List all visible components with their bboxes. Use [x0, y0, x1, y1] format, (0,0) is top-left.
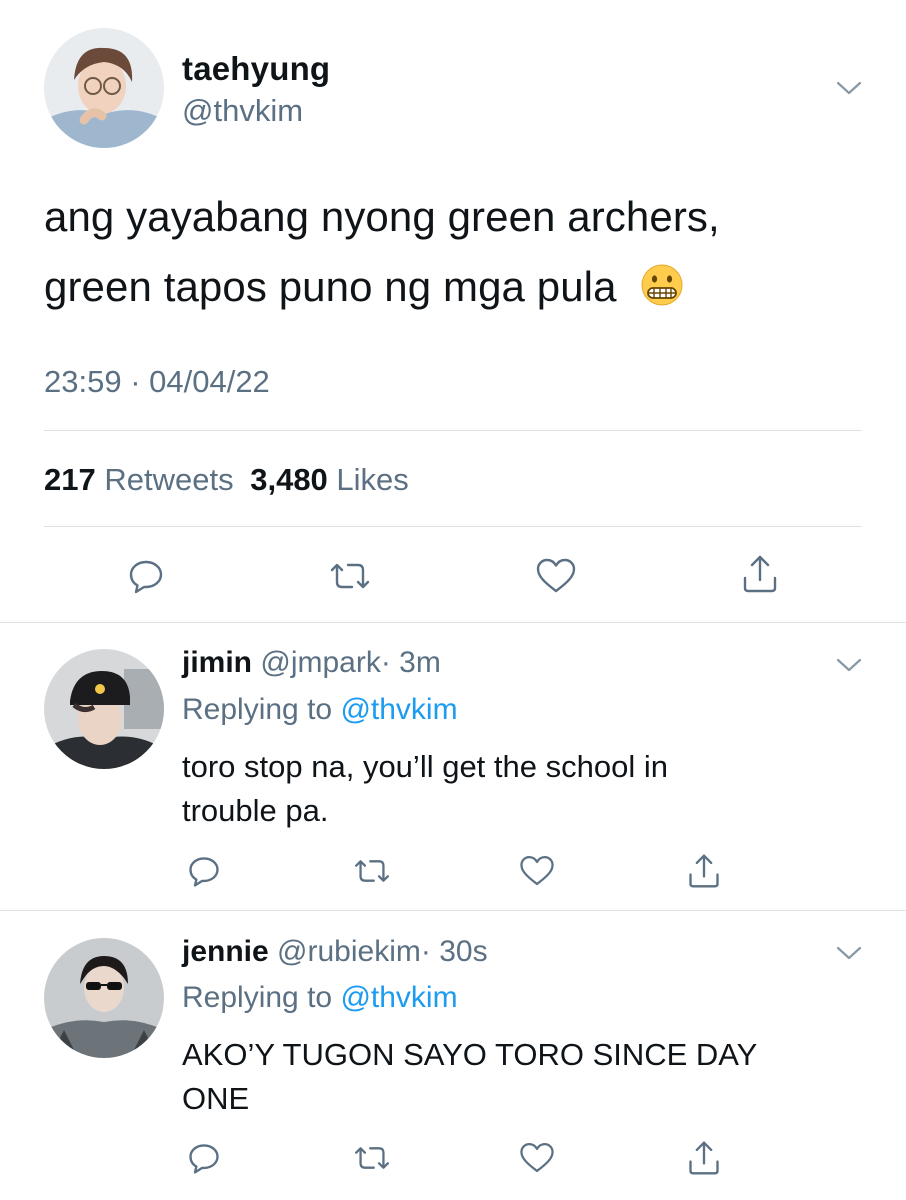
avatar-jimin[interactable]: [44, 649, 164, 769]
like-icon[interactable]: [518, 853, 556, 889]
tweet-timestamp[interactable]: 23:59 · 04/04/22: [44, 364, 270, 400]
reply-text: toro stop na, you’ll get the school in t…: [182, 745, 862, 833]
avatar-jennie[interactable]: [44, 938, 164, 1058]
author-name[interactable]: taehyung: [182, 50, 330, 88]
reply-text-line: AKO’Y TUGON SAYO TORO SINCE DAY: [182, 1037, 758, 1072]
reply-author-name[interactable]: jimin: [182, 646, 252, 679]
avatar-taehyung[interactable]: [44, 28, 164, 148]
likes-count: 3,480: [250, 462, 328, 497]
replying-to: Replying to @thvkim: [182, 981, 458, 1015]
reply-icon[interactable]: [186, 853, 222, 889]
reply-icon[interactable]: [126, 556, 166, 596]
reply-time[interactable]: · 3m: [381, 646, 441, 679]
retweet-icon[interactable]: [350, 1140, 394, 1176]
chevron-down-icon[interactable]: [836, 78, 862, 98]
reply-icon[interactable]: [186, 1140, 222, 1176]
retweets-stat[interactable]: 217 Retweets: [44, 462, 242, 497]
replying-to-label: Replying to: [182, 981, 333, 1014]
like-icon[interactable]: [518, 1140, 556, 1176]
chevron-down-icon[interactable]: [836, 943, 862, 963]
replying-to-label: Replying to: [182, 693, 333, 726]
likes-stat[interactable]: 3,480 Likes: [250, 462, 409, 497]
divider: [44, 526, 862, 527]
reply-tweet[interactable]: jimin @jmpark· 3m Replying to @thvkim to…: [0, 623, 906, 910]
replying-to-mention[interactable]: @thvkim: [340, 981, 457, 1014]
retweets-count: 217: [44, 462, 96, 497]
main-tweet: taehyung @thvkim ang yayabang nyong gree…: [0, 0, 906, 622]
tweet-text: ang yayabang nyong green archers, green …: [44, 182, 884, 322]
tweet-text-line: ang yayabang nyong green archers,: [44, 193, 720, 240]
divider: [44, 430, 862, 431]
reply-author-handle[interactable]: @rubiekim: [277, 935, 421, 968]
reply-time[interactable]: · 30s: [421, 935, 488, 968]
like-icon[interactable]: [534, 556, 578, 596]
share-icon[interactable]: [686, 851, 722, 891]
reply-tweet[interactable]: jennie @rubiekim· 30s Replying to @thvki…: [0, 911, 906, 1200]
retweet-icon[interactable]: [350, 853, 394, 889]
reply-header: jimin @jmpark· 3m: [182, 646, 441, 680]
tweet-text-line-content: green tapos puno ng mga pula: [44, 263, 617, 310]
reply-author-handle[interactable]: @jmpark: [260, 646, 380, 679]
replying-to: Replying to @thvkim: [182, 693, 458, 727]
reply-text-line: trouble pa.: [182, 793, 329, 828]
chevron-down-icon[interactable]: [836, 655, 862, 675]
tweet-text-line: green tapos puno ng mga pula: [44, 252, 884, 322]
replying-to-mention[interactable]: @thvkim: [340, 693, 457, 726]
reply-header: jennie @rubiekim· 30s: [182, 935, 488, 969]
engagement-stats: 217 Retweets 3,480 Likes: [44, 462, 409, 498]
author-handle[interactable]: @thvkim: [182, 93, 303, 129]
retweets-label: Retweets: [104, 462, 234, 497]
share-icon[interactable]: [686, 1138, 722, 1178]
reply-text: AKO’Y TUGON SAYO TORO SINCE DAY ONE: [182, 1033, 872, 1121]
reply-text-line: toro stop na, you’ll get the school in: [182, 749, 668, 784]
retweet-icon[interactable]: [325, 556, 375, 596]
reply-author-name[interactable]: jennie: [182, 935, 269, 968]
likes-label: Likes: [336, 462, 409, 497]
grimacing-face-icon: [641, 264, 683, 306]
reply-text-line: ONE: [182, 1081, 250, 1116]
share-icon[interactable]: [740, 552, 780, 596]
